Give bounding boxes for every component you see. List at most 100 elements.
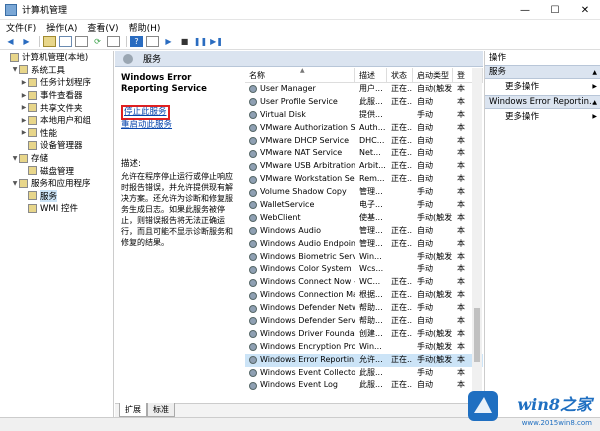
minimize-button[interactable]: —	[510, 0, 540, 20]
maximize-button[interactable]: ☐	[540, 0, 570, 20]
table-row[interactable]: Windows Color System Wcs... 手动本	[245, 263, 483, 276]
back-icon[interactable]: ◀	[4, 36, 17, 47]
tree-item[interactable]: ▶ 任务计划程序	[0, 76, 113, 89]
table-row[interactable]: Windows Biometric Servic... Win... 手动(触发..…	[245, 251, 483, 264]
service-name: User Profile Service	[260, 96, 338, 106]
table-row[interactable]: VMware Workstation Ser... Rem... 正在... 自动本	[245, 173, 483, 186]
tree-item[interactable]: ▶ 本地用户和组	[0, 114, 113, 127]
show-hide-tree-icon[interactable]	[59, 36, 72, 47]
tree-item[interactable]: ▼ 服务和应用程序	[0, 177, 113, 190]
table-row[interactable]: WebClient使基...手动(触发...本	[245, 212, 483, 225]
actions-section-label: 服务	[489, 67, 507, 77]
refresh-icon[interactable]: ⟳	[91, 36, 104, 47]
tree-item-label: 设备管理器	[40, 141, 83, 152]
service-name-cell: Windows Biometric Servic...	[245, 251, 355, 264]
column-status[interactable]: 状态	[387, 68, 413, 83]
view-icon[interactable]	[146, 36, 159, 47]
tree-item[interactable]: ▶ 事件查看器	[0, 89, 113, 102]
table-row[interactable]: VMware NAT Service Net... 正在... 自动本	[245, 147, 483, 160]
tree-item[interactable]: 磁盘管理	[0, 164, 113, 177]
column-description[interactable]: 描述	[355, 68, 387, 83]
service-name-cell: Windows Connect Now - ...	[245, 276, 355, 289]
table-row[interactable]: User Manager用户...正在...自动(触发...本	[245, 83, 483, 96]
tree-item[interactable]: ▼ 存储	[0, 152, 113, 165]
table-row[interactable]: Virtual Disk 提供... 手动本	[245, 109, 483, 122]
table-row[interactable]: Windows Audio Endpoint...管理...正在...自动本	[245, 238, 483, 251]
service-status: 正在...	[391, 354, 413, 364]
vertical-scrollbar[interactable]	[472, 68, 482, 403]
expander-icon[interactable]: ▼	[11, 66, 19, 73]
table-row[interactable]: WalletService 电子... 手动本	[245, 199, 483, 212]
table-row[interactable]: Windows Connect Now - ...WC...正在...手动本	[245, 276, 483, 289]
menu-help[interactable]: 帮助(H)	[129, 21, 161, 34]
table-row[interactable]: Windows Event Collector 此服... 手动本	[245, 367, 483, 380]
menu-action[interactable]: 操作(A)	[46, 21, 77, 34]
more-actions-selected-service[interactable]: 更多操作 ▶	[485, 109, 600, 125]
expander-icon[interactable]: ▶	[20, 92, 28, 99]
actions-section-selected-service[interactable]: Windows Error Reportin... ▲	[485, 95, 600, 109]
table-row[interactable]: VMware DHCP Service DHC... 正在... 自动本	[245, 135, 483, 148]
collapse-icon: ▲	[592, 69, 597, 76]
close-button[interactable]: ✕	[570, 0, 600, 20]
scrollbar-thumb[interactable]	[474, 308, 480, 362]
tree-item[interactable]: ▼ 系统工具	[0, 64, 113, 77]
menu-view[interactable]: 查看(V)	[87, 21, 118, 34]
table-row[interactable]: Windows Encryption Pro...Win...手动(触发...本	[245, 341, 483, 354]
expander-icon[interactable]: ▶	[20, 117, 28, 124]
table-row[interactable]: Volume Shadow Copy 管理... 手动本	[245, 186, 483, 199]
service-status	[387, 251, 413, 264]
table-row[interactable]: Windows Error Reportin... 允许... 正在... 手动(触发…	[245, 353, 483, 367]
service-startup-type: 自动	[417, 148, 433, 158]
service-status: 正在...	[391, 316, 413, 326]
menu-bar: 文件(F) 操作(A) 查看(V) 帮助(H)	[0, 20, 600, 34]
actions-section-services[interactable]: 服务 ▲	[485, 65, 600, 79]
table-row[interactable]: Windows Connection Ma... 根据... 正在... 自动(触发.…	[245, 289, 483, 302]
more-actions-services[interactable]: 更多操作 ▶	[485, 79, 600, 95]
tree-item[interactable]: 服务	[0, 189, 113, 203]
export-list-icon[interactable]	[107, 36, 120, 47]
column-startup-type[interactable]: 启动类型	[413, 68, 453, 83]
tab-extended[interactable]: 扩展	[119, 403, 147, 417]
pause-service-icon[interactable]: ❚❚	[194, 36, 207, 47]
table-row[interactable]: Windows Event Log 此服... 正在... 自动本	[245, 379, 483, 392]
tree-item[interactable]: ▶ 共享文件夹	[0, 101, 113, 114]
start-service-icon[interactable]: ▶	[162, 36, 175, 47]
expander-icon[interactable]: ▼	[11, 155, 19, 162]
restart-service-link[interactable]: 重启动此服务	[121, 120, 239, 131]
service-name: WebClient	[260, 212, 301, 222]
service-gear-icon	[249, 149, 257, 158]
stop-service-link[interactable]: 停止此服务	[124, 107, 167, 118]
table-row[interactable]: VMware Authorization Se... Auth... 正在... 自动…	[245, 122, 483, 135]
stop-service-icon[interactable]: ■	[178, 36, 191, 47]
help-icon[interactable]: ?	[130, 36, 143, 47]
service-gear-icon	[249, 356, 257, 365]
tree-node-icon	[28, 103, 37, 113]
tree-item[interactable]: 计算机管理(本地)	[0, 51, 113, 64]
tree-item[interactable]: WMI 控件	[0, 202, 113, 215]
view-tabs: 扩展 标准	[115, 403, 483, 417]
menu-file[interactable]: 文件(F)	[6, 21, 36, 34]
table-row[interactable]: Windows Defender Netw... 帮助... 正在... 手动本	[245, 302, 483, 315]
expander-icon[interactable]: ▼	[11, 180, 19, 187]
table-row[interactable]: VMware USB Arbitration ... Arbit... 正在... 自…	[245, 160, 483, 173]
service-description: 电子...	[359, 200, 383, 210]
tree-item[interactable]: ▶ 性能	[0, 127, 113, 140]
expander-icon[interactable]: ▶	[20, 79, 28, 86]
service-status	[387, 212, 413, 225]
service-name: VMware DHCP Service	[260, 135, 350, 145]
service-status: 正在...	[391, 238, 413, 248]
forward-icon[interactable]: ▶	[20, 36, 33, 47]
table-row[interactable]: User Profile Service 此服... 正在... 自动本	[245, 96, 483, 109]
table-row[interactable]: Windows Defender Service帮助...正在...自动本	[245, 315, 483, 328]
expander-icon[interactable]: ▶	[20, 104, 28, 111]
restart-service-icon[interactable]: ▶❚	[210, 36, 223, 47]
service-gear-icon	[249, 240, 257, 249]
up-folder-icon[interactable]	[43, 36, 56, 47]
properties-icon[interactable]	[75, 36, 88, 47]
table-row[interactable]: Windows Audio 管理... 正在... 自动本	[245, 225, 483, 238]
table-row[interactable]: Windows Driver Foundati... 创建... 正在... 手动(触…	[245, 328, 483, 341]
expander-icon[interactable]: ▶	[20, 129, 28, 136]
tree-item-label: 磁盘管理	[40, 166, 75, 177]
tab-standard[interactable]: 标准	[147, 403, 175, 417]
tree-item[interactable]: 设备管理器	[0, 139, 113, 152]
